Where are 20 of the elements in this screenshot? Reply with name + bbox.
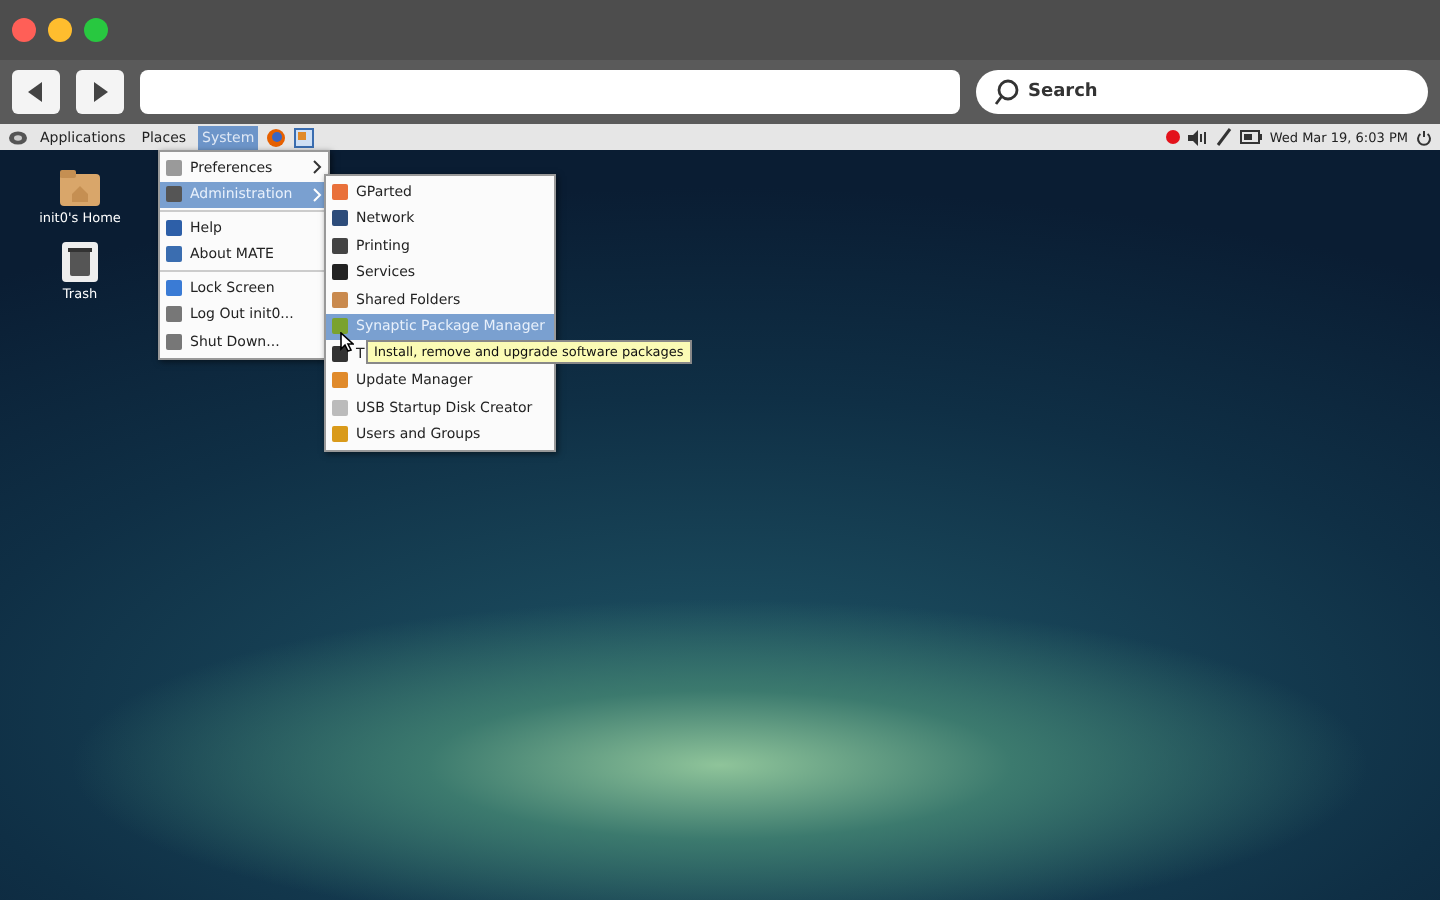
app-launcher-icon[interactable]	[294, 127, 315, 147]
mouse-pointer-icon	[340, 332, 354, 352]
forward-button[interactable]	[76, 70, 124, 114]
search-icon	[992, 78, 1020, 106]
search-bar[interactable]: Search	[976, 70, 1428, 114]
back-button[interactable]	[12, 70, 60, 114]
triangle-left-icon	[24, 80, 48, 104]
speaker-icon[interactable]	[1187, 129, 1208, 145]
minimize-icon[interactable]	[48, 18, 72, 42]
record-indicator-icon[interactable]	[1165, 130, 1180, 144]
power-icon[interactable]	[1416, 129, 1432, 145]
close-icon[interactable]	[12, 18, 36, 42]
battery-icon[interactable]	[1239, 130, 1262, 144]
trash-icon[interactable]	[62, 242, 98, 282]
folder-icon[interactable]	[60, 170, 100, 206]
maximize-icon[interactable]	[84, 18, 108, 42]
mate-logo-icon	[8, 129, 28, 145]
triangle-right-icon	[88, 80, 112, 104]
pen-icon[interactable]	[1215, 128, 1232, 146]
browser-icon[interactable]	[266, 127, 287, 147]
